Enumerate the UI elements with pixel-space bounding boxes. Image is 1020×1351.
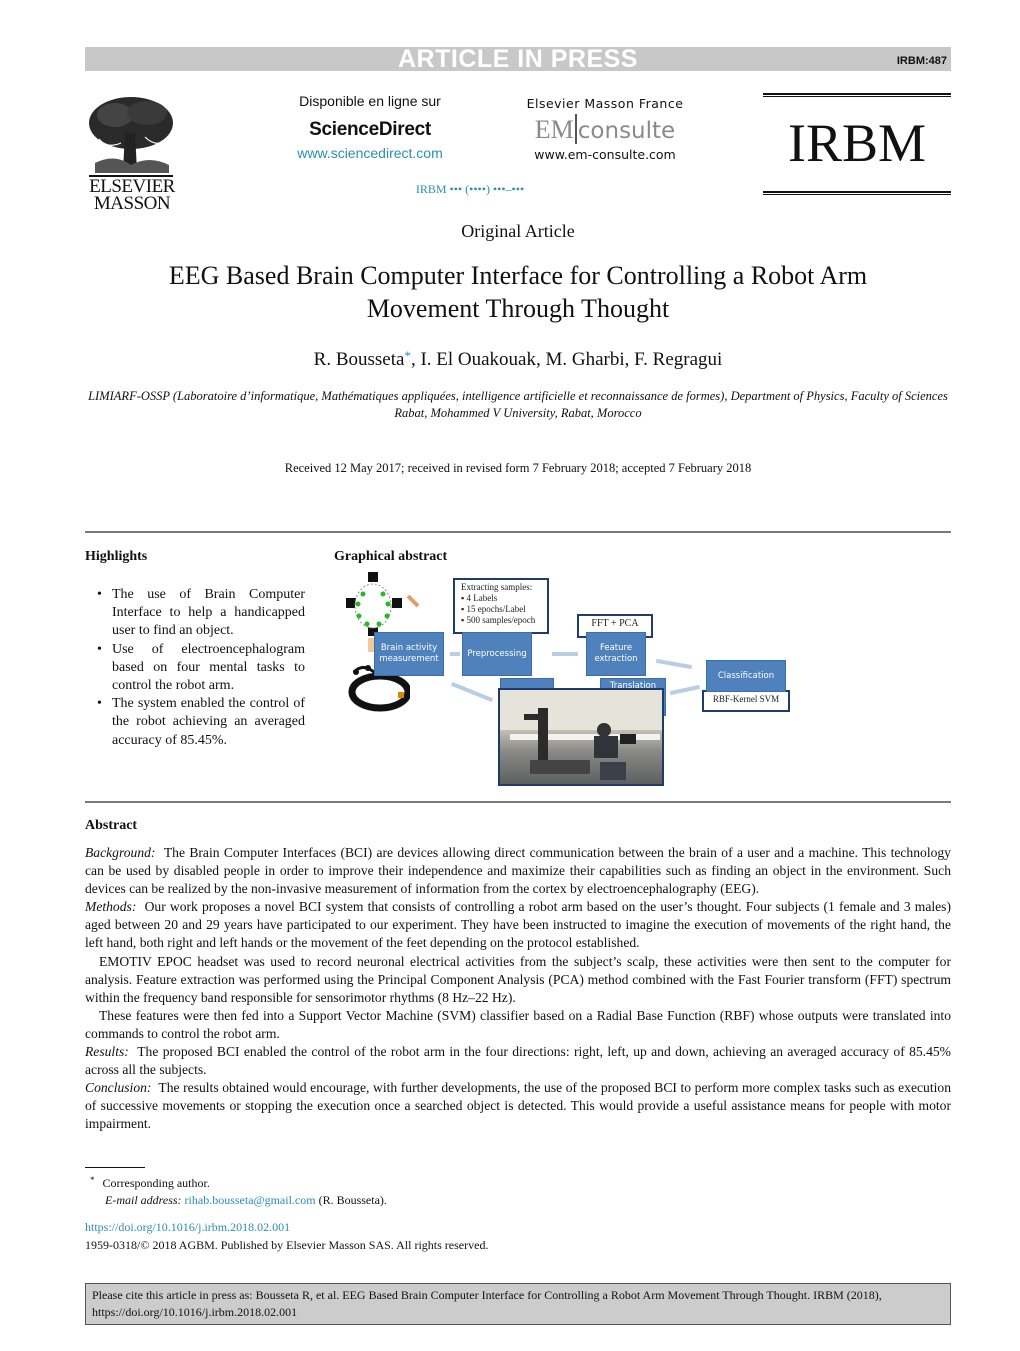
citation-box: Please cite this article in press as: Bo… bbox=[85, 1283, 951, 1325]
article-in-press-banner: ARTICLE IN PRESS IRBM:487 bbox=[85, 45, 951, 73]
affiliation: LIMIARF-OSSP (Laboratoire d’informatique… bbox=[88, 389, 948, 420]
abstract-methods: Methods: Our work proposes a novel BCI s… bbox=[85, 899, 951, 951]
robot-lab-image-icon bbox=[500, 690, 662, 780]
abstract-heading: Abstract bbox=[85, 818, 138, 833]
footnote: * Corresponding author. E-mail address: r… bbox=[90, 1172, 387, 1209]
journal-logo: IRBM bbox=[763, 93, 951, 195]
corresponding-author-note: Corresponding author. bbox=[102, 1176, 210, 1190]
flow-arrow bbox=[655, 658, 693, 670]
feature-extraction-box: Feature extraction bbox=[586, 632, 646, 676]
highlights-heading: Highlights bbox=[85, 549, 148, 564]
robot-arm-experiment-photo bbox=[498, 688, 664, 786]
sciencedirect-block: Disponible en ligne sur ScienceDirect ww… bbox=[255, 93, 485, 161]
flow-arrow bbox=[450, 681, 494, 703]
elsevier-tree-logo-icon bbox=[85, 93, 177, 179]
flow-arrow bbox=[450, 652, 460, 656]
manuscript-id: IRBM:487 bbox=[896, 55, 947, 67]
email-owner: (R. Bousseta). bbox=[315, 1193, 387, 1207]
abstract-results: Results: The proposed BCI enabled the co… bbox=[85, 1044, 951, 1078]
sciencedirect-logo: ScienceDirect bbox=[309, 119, 431, 140]
brain-activity-box: Brain activity measurement bbox=[374, 632, 444, 676]
email-label: E-mail address: bbox=[105, 1193, 182, 1207]
extracting-samples-note: Extracting samples: 4 Labels 15 epochs/L… bbox=[453, 578, 549, 634]
emconsulte-logo: EM consulte bbox=[534, 114, 676, 144]
highlight-item: The system enabled the control of the ro… bbox=[97, 695, 305, 750]
author-names: , I. El Ouakouak, M. Gharbi, F. Regragui bbox=[410, 349, 723, 370]
graphical-abstract: Extracting samples: 4 Labels 15 epochs/L… bbox=[330, 570, 810, 790]
classification-box: Classification bbox=[706, 660, 786, 692]
author-name: R. Bousseta bbox=[313, 349, 405, 370]
logo-rule-bottom bbox=[763, 191, 951, 195]
emconsulte-publisher: Elsevier Masson France bbox=[526, 96, 684, 111]
flow-arrow bbox=[669, 684, 701, 696]
logo-divider bbox=[574, 114, 577, 144]
doi-link[interactable]: https://doi.org/10.1016/j.irbm.2018.02.0… bbox=[85, 1220, 290, 1235]
abstract-methods-p2: EMOTIV EPOC headset was used to record n… bbox=[85, 953, 951, 1005]
email-link[interactable]: rihab.bousseta@gmail.com bbox=[185, 1193, 316, 1207]
received-dates: Received 12 May 2017; received in revise… bbox=[284, 461, 752, 475]
highlights-list: The use of Brain Computer Interface to h… bbox=[97, 586, 305, 750]
sciencedirect-link[interactable]: www.sciencedirect.com bbox=[255, 145, 485, 161]
abstract-methods-p3: These features were then fed into a Supp… bbox=[85, 1007, 951, 1041]
preprocessing-box: Preprocessing bbox=[462, 632, 532, 676]
copyright-notice: 1959-0318/© 2018 AGBM. Published by Else… bbox=[85, 1238, 489, 1252]
journal-reference: IRBM ••• (••••) •••–••• bbox=[415, 182, 525, 196]
emconsulte-link[interactable]: www.em-consulte.com bbox=[505, 147, 705, 162]
banner-title: ARTICLE IN PRESS bbox=[398, 45, 638, 73]
abstract-background: Background: The Brain Computer Interface… bbox=[85, 845, 951, 897]
abstract-conclusion: Conclusion: The results obtained would e… bbox=[85, 1080, 951, 1132]
article-title: EEG Based Brain Computer Interface for C… bbox=[168, 261, 868, 323]
author-list: R. Bousseta*, I. El Ouakouak, M. Gharbi,… bbox=[0, 348, 1020, 371]
highlight-item: Use of electroencephalogram based on fou… bbox=[97, 641, 305, 696]
available-online-label: Disponible en ligne sur bbox=[299, 93, 441, 109]
graphical-abstract-heading: Graphical abstract bbox=[334, 549, 448, 564]
logo-rule-top bbox=[763, 93, 951, 97]
highlight-item: The use of Brain Computer Interface to h… bbox=[97, 586, 305, 641]
section-divider bbox=[85, 801, 951, 803]
flow-arrow bbox=[552, 652, 578, 656]
svm-note: RBF-Kernel SVM bbox=[702, 690, 790, 712]
abstract-body: Background: The Brain Computer Interface… bbox=[85, 844, 951, 1134]
emconsulte-block: Elsevier Masson France EM consulte www.em… bbox=[505, 96, 705, 162]
elsevier-masson-wordmark: ELSEVIER MASSON bbox=[89, 176, 175, 214]
footnote-rule bbox=[85, 1167, 145, 1168]
footnote-mark: * bbox=[90, 1175, 95, 1185]
section-divider bbox=[85, 531, 951, 533]
article-type: Original Article bbox=[461, 221, 575, 241]
